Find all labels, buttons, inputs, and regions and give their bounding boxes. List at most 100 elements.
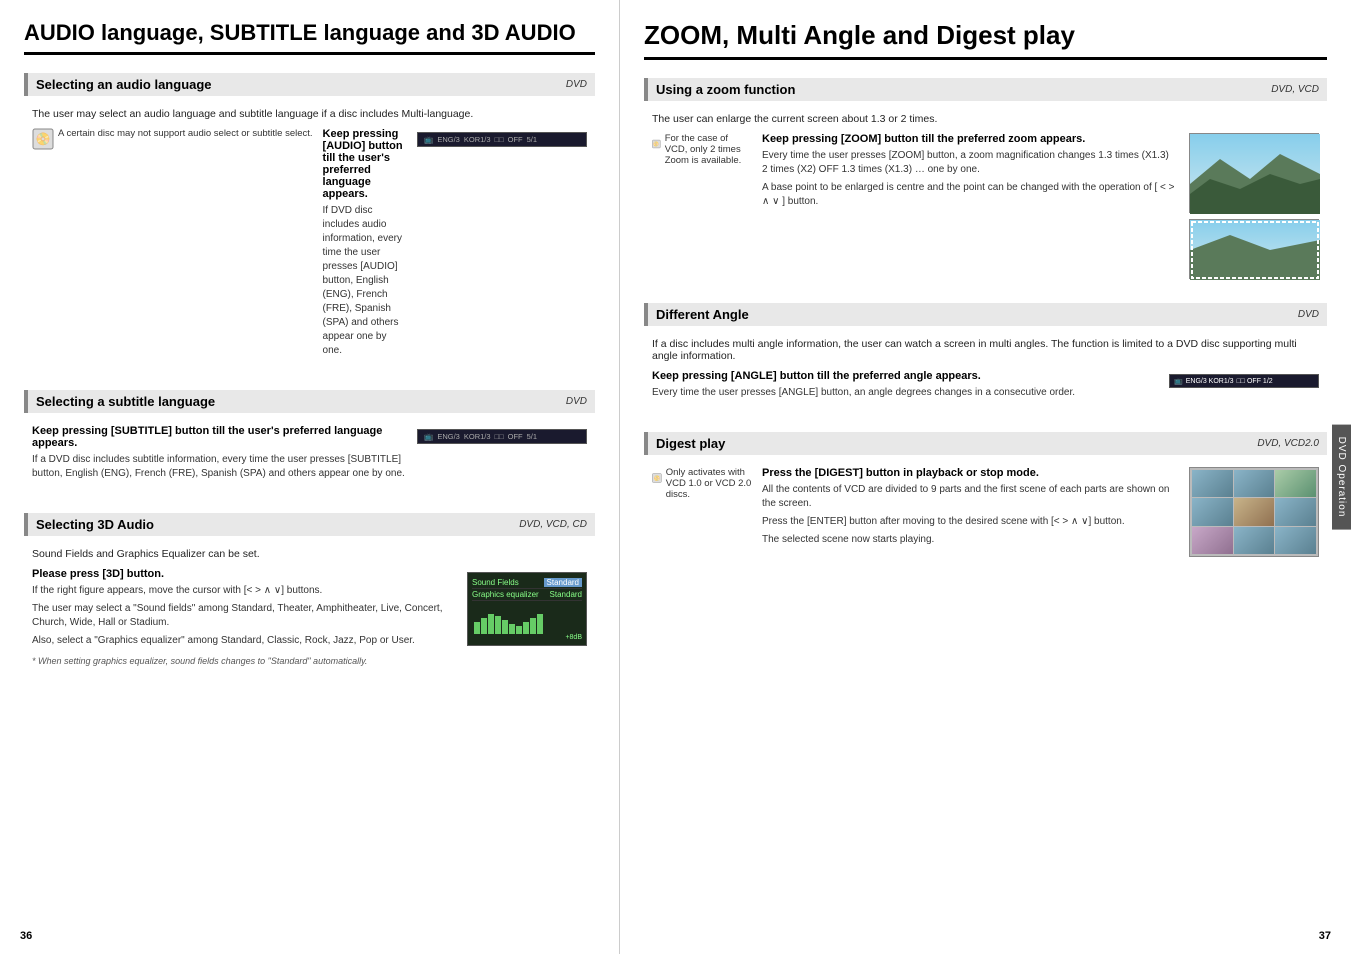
svg-text:📀: 📀 (654, 475, 661, 482)
3d-instruction-title: Please press [3D] button. (32, 568, 457, 580)
angle-tag: DVD (1298, 309, 1319, 320)
digest-cell-4 (1192, 498, 1233, 525)
eq-bar-1 (474, 622, 480, 634)
eq-bar-9 (530, 618, 536, 634)
digest-cell-6 (1275, 498, 1316, 525)
3d-audio-tag: DVD, VCD, CD (519, 519, 587, 530)
angle-body: If a disc includes multi angle informati… (644, 334, 1327, 412)
digest-disc-note: 📀 Only activates with VCD 1.0 or VCD 2.0… (652, 467, 752, 547)
eq-bar-7 (516, 626, 522, 634)
zoom-images (1189, 133, 1319, 279)
digest-main-col: 📀 Only activates with VCD 1.0 or VCD 2.0… (652, 467, 1177, 557)
subtitle-instruction-block: Keep pressing [SUBTITLE] button till the… (32, 425, 587, 481)
digest-cell-7 (1192, 527, 1233, 554)
section-angle: Different Angle DVD If a disc includes m… (644, 303, 1327, 412)
subtitle-language-header: Selecting a subtitle language DVD (24, 390, 595, 413)
zoom-instruction-text: Every time the user presses [ZOOM] butto… (762, 149, 1177, 177)
disc-icon: 📀 (32, 128, 54, 150)
subtitle-language-body: Keep pressing [SUBTITLE] button till the… (24, 421, 595, 493)
zoom-header: Using a zoom function DVD, VCD (644, 78, 1327, 101)
right-page: ZOOM, Multi Angle and Digest play Using … (620, 0, 1351, 954)
zoom-instruction-main: Keep pressing [ZOOM] button till the pre… (762, 133, 1177, 209)
digest-cell-1 (1192, 470, 1233, 497)
eq-bar-8 (523, 622, 529, 634)
audio-language-title: Selecting an audio language (36, 77, 212, 92)
section-zoom: Using a zoom function DVD, VCD The user … (644, 78, 1327, 283)
zoom-tag: DVD, VCD (1271, 84, 1319, 95)
eq-bar-5 (502, 620, 508, 634)
3d-instruction-block: Please press [3D] button. If the right f… (32, 568, 587, 648)
left-page: AUDIO language, SUBTITLE language and 3D… (0, 0, 620, 954)
audio-osd-bar: 📺ENG/3KOR1/3□□OFF5/1 (417, 128, 587, 358)
digest-disc-icon: 📀 (652, 467, 662, 489)
digest-body: 📀 Only activates with VCD 1.0 or VCD 2.0… (644, 463, 1327, 561)
manual-spread: AUDIO language, SUBTITLE language and 3D… (0, 0, 1351, 954)
digest-grid-image (1189, 467, 1319, 557)
angle-osd-container: 📺 ENG/3 KOR1/3 □□ OFF 1/2 (1169, 370, 1319, 400)
eq-row2-label: Graphics equalizer (472, 590, 539, 599)
zoom-landscape-svg (1190, 134, 1320, 214)
zoom-disc-text: For the case of VCD, only 2 times Zoom i… (665, 133, 752, 166)
section-digest: Digest play DVD, VCD2.0 📀 Only activates… (644, 432, 1327, 561)
page-number-right: 37 (1319, 930, 1331, 942)
3d-audio-header: Selecting 3D Audio DVD, VCD, CD (24, 513, 595, 536)
3d-instruction-text2: The user may select a "Sound fields" amo… (32, 602, 457, 630)
3d-instruction-text1: If the right figure appears, move the cu… (32, 584, 457, 598)
subtitle-osd-bar: 📺ENG/3KOR1/3□□OFF5/1 (417, 425, 587, 481)
zoom-body: The user can enlarge the current screen … (644, 109, 1327, 283)
digest-instruction-text2: Press the [ENTER] button after moving to… (762, 515, 1177, 529)
audio-language-tag: DVD (566, 79, 587, 90)
digest-instruction-main: Press the [DIGEST] button in playback or… (762, 467, 1177, 547)
3d-footnote: * When setting graphics equalizer, sound… (32, 656, 587, 666)
section-3d-audio: Selecting 3D Audio DVD, VCD, CD Sound Fi… (24, 513, 595, 670)
audio-language-header: Selecting an audio language DVD (24, 73, 595, 96)
eq-bar-2 (481, 618, 487, 634)
page-number-left: 36 (20, 930, 32, 942)
eq-bars (472, 604, 582, 634)
eq-screen-container: Sound Fields Standard Graphics equalizer… (467, 568, 587, 648)
digest-header: Digest play DVD, VCD2.0 (644, 432, 1327, 455)
zoom-instruction-title: Keep pressing [ZOOM] button till the pre… (762, 133, 1177, 145)
angle-title: Different Angle (656, 307, 749, 322)
angle-instruction-text: Every time the user presses [ANGLE] butt… (652, 386, 1159, 400)
subtitle-instruction-text: If a DVD disc includes subtitle informat… (32, 453, 407, 481)
dvd-operation-tab: DVD Operation (1332, 425, 1351, 530)
audio-instruction-title: Keep pressing [AUDIO] button till the us… (323, 128, 407, 200)
digest-instruction-text1: All the contents of VCD are divided to 9… (762, 483, 1177, 511)
digest-instruction-block: 📀 Only activates with VCD 1.0 or VCD 2.0… (652, 467, 1177, 547)
zoom-image-bottom (1189, 219, 1319, 279)
audio-disc-text: A certain disc may not support audio sel… (58, 128, 313, 139)
zoom-intro: The user can enlarge the current screen … (652, 113, 1319, 125)
3d-instruction-text3: Also, select a "Graphics equalizer" amon… (32, 634, 457, 648)
digest-layout: 📀 Only activates with VCD 1.0 or VCD 2.0… (652, 467, 1319, 557)
angle-osd-bar: 📺 ENG/3 KOR1/3 □□ OFF 1/2 (1169, 374, 1319, 388)
subtitle-instruction-main: Keep pressing [SUBTITLE] button till the… (32, 425, 407, 481)
eq-row1-label: Sound Fields (472, 578, 519, 587)
right-page-title: ZOOM, Multi Angle and Digest play (644, 20, 1327, 60)
eq-row1-value: Standard (544, 578, 582, 587)
zoom-title: Using a zoom function (656, 82, 795, 97)
eq-row-1: Sound Fields Standard (472, 577, 582, 589)
zoom-instruction-block: 📀 For the case of VCD, only 2 times Zoom… (652, 133, 1177, 209)
svg-text:📀: 📀 (36, 132, 51, 146)
audio-language-intro: The user may select an audio language an… (32, 108, 587, 120)
angle-osd-info: □□ OFF 1/2 (1237, 378, 1273, 385)
digest-instruction-title: Press the [DIGEST] button in playback or… (762, 467, 1177, 479)
eq-bar-3 (488, 614, 494, 634)
subtitle-language-tag: DVD (566, 396, 587, 407)
eq-bar-4 (495, 616, 501, 634)
digest-cell-5 (1234, 498, 1275, 525)
zoom-main-col: 📀 For the case of VCD, only 2 times Zoom… (652, 133, 1177, 279)
eq-row2-value: Standard (550, 590, 582, 599)
zoom-image-top (1189, 133, 1319, 213)
eq-display: Sound Fields Standard Graphics equalizer… (467, 572, 587, 646)
subtitle-instruction-title: Keep pressing [SUBTITLE] button till the… (32, 425, 407, 449)
angle-intro: If a disc includes multi angle informati… (652, 338, 1319, 362)
zoom-instruction-text2: A base point to be enlarged is centre an… (762, 181, 1177, 209)
digest-cell-8 (1234, 527, 1275, 554)
angle-header: Different Angle DVD (644, 303, 1327, 326)
digest-cell-2 (1234, 470, 1275, 497)
zoom-zoomed-svg (1190, 220, 1320, 280)
digest-disc-text: Only activates with VCD 1.0 or VCD 2.0 d… (666, 467, 752, 500)
audio-language-body: The user may select an audio language an… (24, 104, 595, 370)
